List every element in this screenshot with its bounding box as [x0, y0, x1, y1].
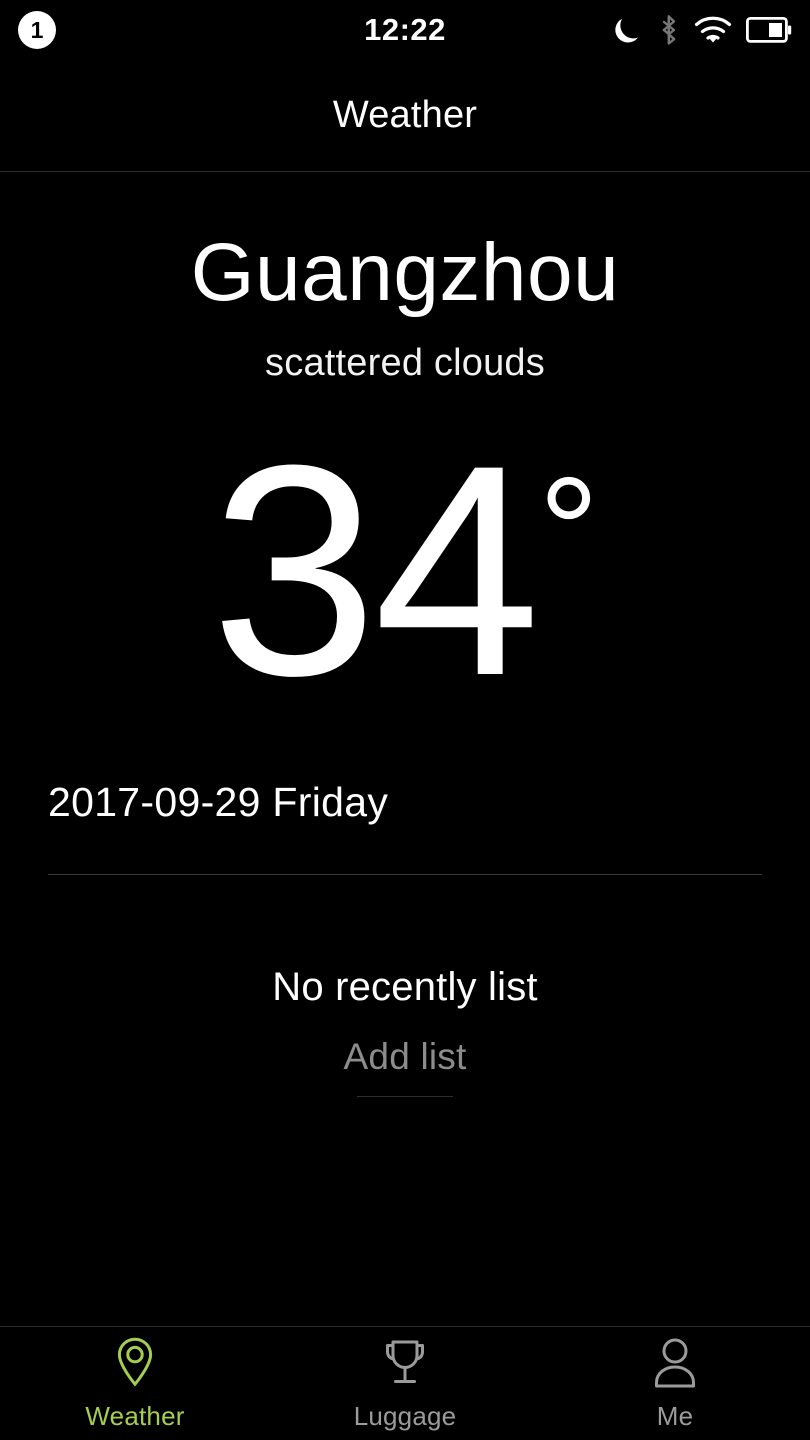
bottom-tab-bar: Weather Luggage Me: [0, 1326, 810, 1440]
degree-symbol: °: [538, 446, 600, 617]
tab-weather[interactable]: Weather: [0, 1327, 270, 1440]
phone-screen: 1 12:22 Weather Guangzhou scattered clou…: [0, 0, 810, 1440]
weather-description: scattered clouds: [265, 342, 545, 385]
tab-me-label: Me: [656, 1400, 694, 1431]
add-list-underline: [357, 1096, 453, 1098]
add-list-button[interactable]: Add list: [343, 1036, 467, 1098]
person-icon: [650, 1336, 700, 1392]
current-date: 2017-09-29 Friday: [48, 779, 389, 826]
page-title: Weather: [332, 94, 478, 136]
wifi-icon: [694, 15, 732, 45]
section-divider: [48, 874, 762, 876]
bluetooth-icon: [658, 13, 680, 47]
do-not-disturb-moon-icon: [614, 14, 644, 46]
app-header: Weather: [0, 60, 810, 172]
tab-luggage[interactable]: Luggage: [270, 1327, 540, 1440]
trophy-icon: [378, 1336, 432, 1392]
city-name: Guangzhou: [190, 227, 620, 318]
tab-weather-label: Weather: [85, 1400, 185, 1431]
map-pin-icon: [111, 1336, 159, 1392]
battery-icon: [746, 17, 792, 43]
date-row: 2017-09-29 Friday: [0, 779, 810, 826]
temperature-display: 34 °: [0, 402, 810, 739]
status-bar: 1 12:22: [0, 0, 810, 60]
tab-me[interactable]: Me: [540, 1327, 810, 1440]
main-content: Guangzhou scattered clouds 34 ° 2017-09-…: [0, 172, 810, 1326]
add-list-label: Add list: [343, 1036, 467, 1078]
temperature-value: 34: [210, 402, 541, 739]
recent-list-empty-text: No recently list: [272, 965, 538, 1010]
current-weather-summary: Guangzhou scattered clouds: [0, 227, 810, 385]
status-bar-right: [614, 13, 792, 47]
recent-list-section: No recently list Add list: [0, 965, 810, 1098]
tab-luggage-label: Luggage: [353, 1400, 457, 1431]
